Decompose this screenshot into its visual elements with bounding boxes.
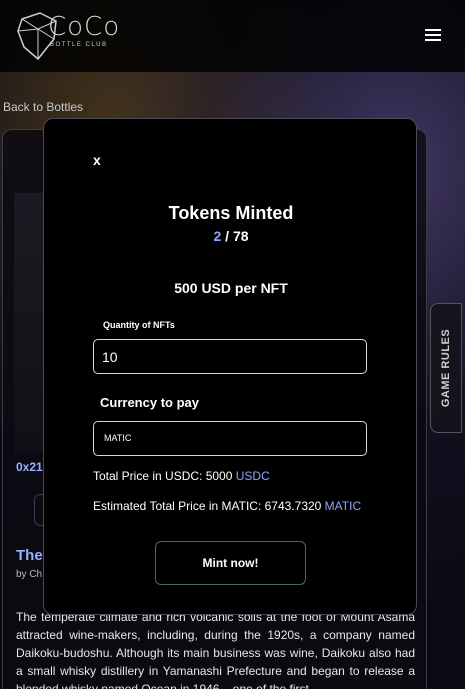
total-price-usdc: Total Price in USDC: 5000 USDC xyxy=(93,469,270,483)
top-header: CoCo BOTTLE CLUB xyxy=(0,0,465,72)
price-per-nft: 500 USD per NFT xyxy=(174,280,288,296)
logo-wordmark: CoCo xyxy=(48,12,121,42)
logo-subtext: BOTTLE CLUB xyxy=(50,42,108,48)
bottle-title: The xyxy=(16,547,43,564)
total-usdc-text: Total Price in USDC: 5000 xyxy=(93,469,236,483)
bottle-description: The temperate climate and rich volcanic … xyxy=(16,610,415,689)
minted-counter: 2 / 78 xyxy=(44,228,418,244)
bottle-byline: by Ch xyxy=(16,569,43,580)
close-button[interactable]: x xyxy=(93,152,101,168)
mint-now-button[interactable]: Mint now! xyxy=(155,541,306,585)
game-rules-label: GAME RULES xyxy=(440,328,452,408)
currency-label: Currency to pay xyxy=(100,395,199,410)
back-to-bottles-link[interactable]: Back to Bottles xyxy=(3,100,83,114)
total-matic-text: Estimated Total Price in MATIC: 6743.732… xyxy=(93,499,325,513)
total-count: 78 xyxy=(232,228,249,244)
count-separator: / xyxy=(221,228,233,244)
game-rules-tab[interactable]: GAME RULES xyxy=(430,303,462,433)
menu-icon[interactable] xyxy=(425,29,441,43)
quantity-label: Quantity of NFTs xyxy=(103,320,175,330)
mint-modal: x Tokens Minted 2 / 78 500 USD per NFT Q… xyxy=(43,118,417,615)
modal-title: Tokens Minted xyxy=(168,203,294,223)
matic-currency-tag: MATIC xyxy=(324,499,362,513)
total-price-matic: Estimated Total Price in MATIC: 6743.732… xyxy=(93,499,361,513)
quantity-input[interactable] xyxy=(93,339,367,374)
currency-select[interactable]: MATIC xyxy=(93,421,367,456)
usdc-currency-tag: USDC xyxy=(235,469,270,483)
bottle-image xyxy=(14,193,44,453)
contract-address[interactable]: 0x21 xyxy=(16,460,43,474)
